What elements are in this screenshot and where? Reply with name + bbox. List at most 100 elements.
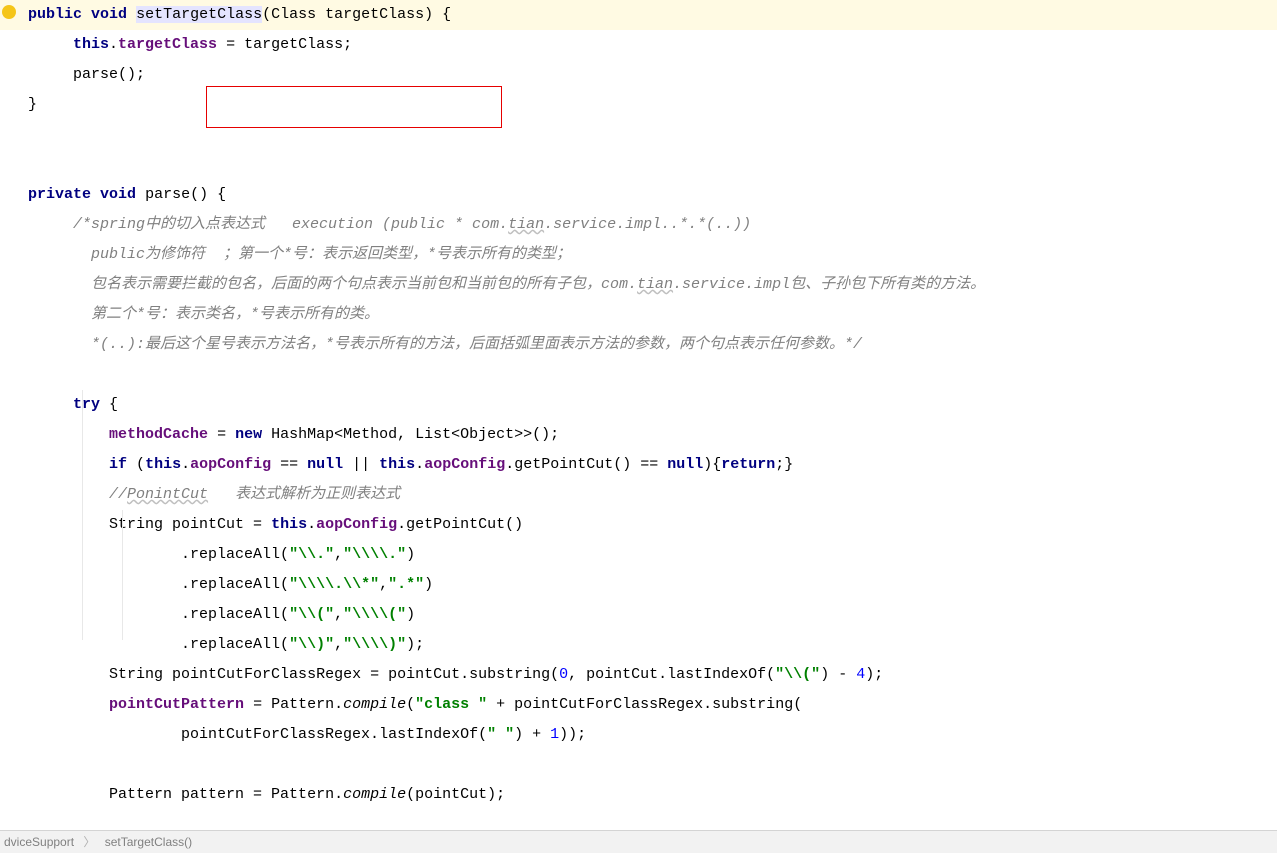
code-text: ,	[334, 606, 343, 623]
code-line[interactable]: String pointCutForClassRegex = pointCut.…	[0, 660, 1277, 690]
code-text: {	[100, 396, 118, 413]
string: "\\)"	[289, 636, 334, 653]
code-line[interactable]: 第二个*号：表示类名，*号表示所有的类。	[0, 300, 1277, 330]
code-line[interactable]	[0, 120, 1277, 150]
code-line[interactable]: methodCache = new HashMap<Method, List<O…	[0, 420, 1277, 450]
keyword: this	[379, 456, 415, 473]
code-line[interactable]: if (this.aopConfig == null || this.aopCo…	[0, 450, 1277, 480]
code-line[interactable]: /*spring中的切入点表达式 execution (public * com…	[0, 210, 1277, 240]
code-line[interactable]	[0, 360, 1277, 390]
number: 0	[559, 666, 568, 683]
code-text: .replaceAll(	[181, 636, 289, 653]
code-line[interactable]: *(..):最后这个星号表示方法名，*号表示所有的方法，后面括弧里面表示方法的参…	[0, 330, 1277, 360]
comment: 包名表示需要拦截的包名，后面的两个句点表示当前包和当前包的所有子包，com.ti…	[73, 276, 985, 293]
code-line[interactable]: .replaceAll("\\(","\\\\(")	[0, 600, 1277, 630]
code-text: .replaceAll(	[181, 606, 289, 623]
code-text: .	[181, 456, 190, 473]
field: pointCutPattern	[109, 696, 244, 713]
code-line[interactable]: public为修饰符 ；第一个*号：表示返回类型，*号表示所有的类型；	[0, 240, 1277, 270]
field: methodCache	[109, 426, 208, 443]
code-text: (	[127, 456, 145, 473]
code-line[interactable]: .replaceAll("\\\\.\\*",".*")	[0, 570, 1277, 600]
comment: /*spring中的切入点表达式 execution (public * com…	[73, 216, 751, 233]
annotation-box	[206, 86, 502, 128]
code-line[interactable]: parse();	[0, 60, 1277, 90]
breadcrumb-item[interactable]: dviceSupport	[4, 835, 74, 849]
code-text: ;}	[775, 456, 793, 473]
code-text: parse() {	[136, 186, 226, 203]
string: " "	[487, 726, 514, 743]
string: "\\\\("	[343, 606, 406, 623]
code-text: String pointCut =	[109, 516, 271, 533]
code-line[interactable]: .replaceAll("\\)","\\\\)");	[0, 630, 1277, 660]
code-text: (pointCut);	[406, 786, 505, 803]
string: "class "	[415, 696, 487, 713]
code-text: ==	[271, 456, 307, 473]
code-text: = Pattern.	[244, 696, 343, 713]
comment: *(..):最后这个星号表示方法名，*号表示所有的方法，后面括弧里面表示方法的参…	[73, 336, 862, 353]
code-text: .	[109, 36, 118, 53]
string: "\\\\."	[343, 546, 406, 563]
code-line[interactable]: }	[0, 90, 1277, 120]
static-method: compile	[343, 786, 406, 803]
code-text: .	[415, 456, 424, 473]
keyword: this	[271, 516, 307, 533]
code-text: )	[406, 606, 415, 623]
code-editor[interactable]: public void setTargetClass(Class targetC…	[0, 0, 1277, 830]
code-text: ) +	[514, 726, 550, 743]
string: "\\("	[289, 606, 334, 623]
breadcrumb[interactable]: dviceSupport 〉 setTargetClass()	[0, 830, 1277, 853]
code-text: )	[406, 546, 415, 563]
code-line[interactable]: pointCutForClassRegex.lastIndexOf(" ") +…	[0, 720, 1277, 750]
indent-guide	[122, 510, 123, 640]
code-text: =	[208, 426, 235, 443]
code-line[interactable]: pointCutPattern = Pattern.compile("class…	[0, 690, 1277, 720]
string: "\\("	[775, 666, 820, 683]
code-text: ){	[703, 456, 721, 473]
comment: //PonintCut 表达式解析为正则表达式	[109, 486, 400, 503]
bulb-icon[interactable]	[2, 5, 16, 19]
string: "\\\\.\\*"	[289, 576, 379, 593]
keyword: null	[667, 456, 703, 473]
code-text: pointCutForClassRegex.lastIndexOf(	[181, 726, 487, 743]
code-line[interactable]: try {	[0, 390, 1277, 420]
keyword: this	[145, 456, 181, 473]
code-line[interactable]: this.targetClass = targetClass;	[0, 30, 1277, 60]
code-text: String pointCutForClassRegex = pointCut.…	[109, 666, 559, 683]
string: "\\."	[289, 546, 334, 563]
field: aopConfig	[316, 516, 397, 533]
keyword: void	[100, 186, 136, 203]
keyword: void	[91, 6, 127, 23]
code-line[interactable]: private void parse() {	[0, 180, 1277, 210]
chevron-right-icon: 〉	[83, 835, 95, 849]
code-line[interactable]: //PonintCut 表达式解析为正则表达式	[0, 480, 1277, 510]
comment: public为修饰符 ；第一个*号：表示返回类型，*号表示所有的类型；	[73, 246, 571, 263]
code-text: + pointCutForClassRegex.substring(	[487, 696, 802, 713]
code-text: ) -	[820, 666, 856, 683]
code-text: ,	[379, 576, 388, 593]
code-line[interactable]: 包名表示需要拦截的包名，后面的两个句点表示当前包和当前包的所有子包，com.ti…	[0, 270, 1277, 300]
code-line[interactable]	[0, 750, 1277, 780]
code-line[interactable]: public void setTargetClass(Class targetC…	[0, 0, 1277, 30]
comment: 第二个*号：表示类名，*号表示所有的类。	[73, 306, 379, 323]
number: 4	[856, 666, 865, 683]
static-method: compile	[343, 696, 406, 713]
keyword: if	[109, 456, 127, 473]
method-name: setTargetClass	[136, 6, 262, 23]
keyword: null	[307, 456, 343, 473]
keyword: new	[235, 426, 262, 443]
keyword: return	[721, 456, 775, 473]
code-line[interactable]	[0, 150, 1277, 180]
code-text: .replaceAll(	[181, 576, 289, 593]
code-text: , pointCut.lastIndexOf(	[568, 666, 775, 683]
keyword: try	[73, 396, 100, 413]
number: 1	[550, 726, 559, 743]
breadcrumb-item[interactable]: setTargetClass()	[105, 835, 192, 849]
string: "\\\\)"	[343, 636, 406, 653]
code-line[interactable]	[0, 810, 1277, 830]
code-line[interactable]: .replaceAll("\\.","\\\\.")	[0, 540, 1277, 570]
code-line[interactable]: String pointCut = this.aopConfig.getPoin…	[0, 510, 1277, 540]
code-text: = targetClass;	[217, 36, 352, 53]
code-line[interactable]: Pattern pattern = Pattern.compile(pointC…	[0, 780, 1277, 810]
code-text: .getPointCut() ==	[505, 456, 667, 473]
